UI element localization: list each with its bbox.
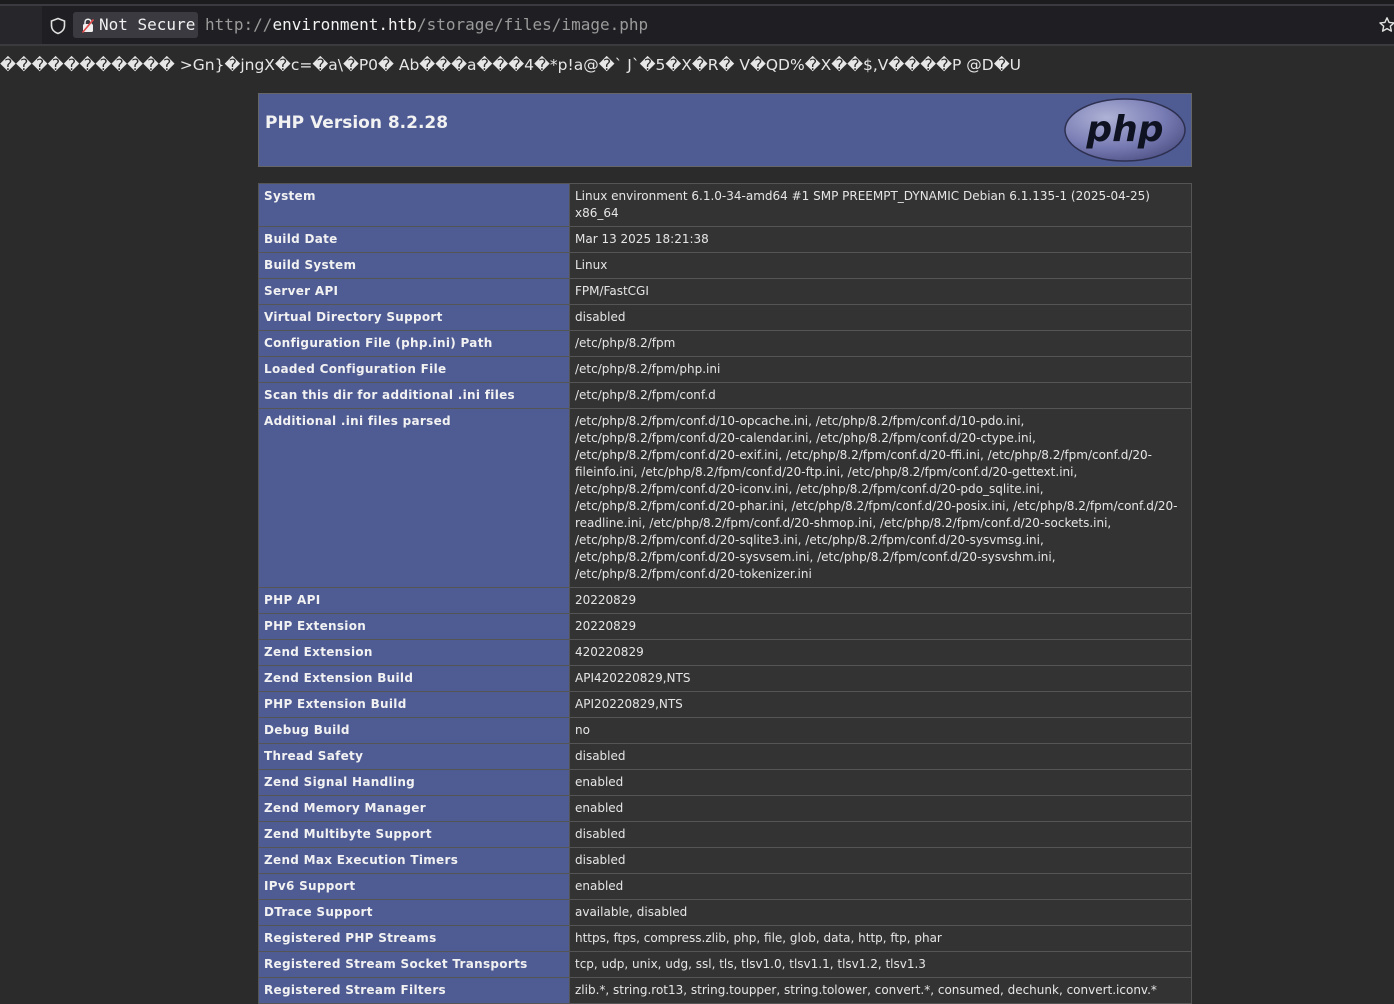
site-security-button[interactable]: Not Secure <box>73 12 198 38</box>
row-value: 420220829 <box>569 639 1192 666</box>
url-scheme: http:// <box>205 15 273 34</box>
table-row: Zend Extension 420220829 <box>258 639 1192 666</box>
row-key: Zend Signal Handling <box>258 769 570 796</box>
row-key: Configuration File (php.ini) Path <box>258 330 570 357</box>
row-key: Scan this dir for additional .ini files <box>258 382 570 409</box>
row-key: Server API <box>258 278 570 305</box>
row-key: DTrace Support <box>258 899 570 926</box>
row-value: https, ftps, compress.zlib, php, file, g… <box>569 925 1192 952</box>
row-value: enabled <box>569 769 1192 796</box>
table-row: Additional .ini files parsed/etc/php/8.2… <box>258 408 1192 588</box>
table-row: System Linux environment 6.1.0-34-amd64 #… <box>258 183 1192 227</box>
table-row: Zend Extension Build API420220829,NTS <box>258 665 1192 692</box>
row-key: Loaded Configuration File <box>258 356 570 383</box>
row-key: IPv6 Support <box>258 873 570 900</box>
row-key: Zend Multibyte Support <box>258 821 570 848</box>
row-value: Linux environment 6.1.0-34-amd64 #1 SMP … <box>569 183 1192 227</box>
row-key: Zend Extension <box>258 639 570 666</box>
table-row: Zend Signal Handling enabled <box>258 769 1192 796</box>
url-host: environment.htb <box>272 15 417 34</box>
row-value: 20220829 <box>569 587 1192 614</box>
table-row: IPv6 Support enabled <box>258 873 1192 900</box>
table-row: Virtual Directory Support disabled <box>258 304 1192 331</box>
table-row: Thread Safety disabled <box>258 743 1192 770</box>
row-value: available, disabled <box>569 899 1192 926</box>
row-value: disabled <box>569 821 1192 848</box>
url-path: /storage/files/image.php <box>416 15 649 34</box>
row-value: 20220829 <box>569 613 1192 640</box>
table-row: Build Date Mar 13 2025 18:21:38 <box>258 226 1192 253</box>
table-row: PHP API 20220829 <box>258 587 1192 614</box>
table-row: Scan this dir for additional .ini files /… <box>258 382 1192 409</box>
row-value: enabled <box>569 795 1192 822</box>
table-row: Configuration File (php.ini) Path/etc/ph… <box>258 330 1192 357</box>
row-value: no <box>569 717 1192 744</box>
table-row: PHP Extension 20220829 <box>258 613 1192 640</box>
toolbar-left-area <box>0 6 42 44</box>
php-logo-text: php <box>1085 109 1163 150</box>
row-key: Debug Build <box>258 717 570 744</box>
row-value: API20220829,NTS <box>569 691 1192 718</box>
row-value: /etc/php/8.2/fpm/conf.d <box>569 382 1192 409</box>
table-row: Zend Multibyte Support disabled <box>258 821 1192 848</box>
phpinfo-header: PHP Version 8.2.28 php <box>258 93 1192 167</box>
table-row: Zend Max Execution Timers disabled <box>258 847 1192 874</box>
url-text[interactable]: http://environment.htb/storage/files/ima… <box>205 15 648 34</box>
row-key: PHP Extension Build <box>258 691 570 718</box>
row-value: /etc/php/8.2/fpm <box>569 330 1192 357</box>
row-key: Registered Stream Socket Transports <box>258 951 570 978</box>
address-bar[interactable]: Not Secure http://environment.htb/storag… <box>0 6 1394 44</box>
row-key: PHP API <box>258 587 570 614</box>
row-key: Zend Memory Manager <box>258 795 570 822</box>
table-row: PHP Extension Build API20220829,NTS <box>258 691 1192 718</box>
php-logo: php <box>1064 98 1186 162</box>
binary-garbage-text: ����������� >Gn}�jngX�c=�a\�P0� Ab���a��… <box>0 56 1021 74</box>
row-key: Registered PHP Streams <box>258 925 570 952</box>
row-value: /etc/php/8.2/fpm/conf.d/10-opcache.ini, … <box>569 408 1192 588</box>
table-row: Build System Linux <box>258 252 1192 279</box>
row-value: tcp, udp, unix, udg, ssl, tls, tlsv1.0, … <box>569 951 1192 978</box>
row-key: Build System <box>258 252 570 279</box>
shield-icon[interactable] <box>49 17 67 35</box>
row-key: Zend Extension Build <box>258 665 570 692</box>
row-value: disabled <box>569 847 1192 874</box>
row-key: PHP Extension <box>258 613 570 640</box>
table-row: DTrace Support available, disabled <box>258 899 1192 926</box>
table-row: Registered Stream Socket Transports tcp, … <box>258 951 1192 978</box>
lock-icon <box>82 18 94 33</box>
table-row: Server API FPM/FastCGI <box>258 278 1192 305</box>
row-key: Thread Safety <box>258 743 570 770</box>
table-row: Debug Build no <box>258 717 1192 744</box>
address-bar-divider <box>0 44 1394 46</box>
row-value: enabled <box>569 873 1192 900</box>
table-row: Registered PHP Streams https, ftps, compr… <box>258 925 1192 952</box>
row-key: Registered Stream Filters <box>258 977 570 1004</box>
row-value: disabled <box>569 743 1192 770</box>
row-value: Mar 13 2025 18:21:38 <box>569 226 1192 253</box>
row-key: Build Date <box>258 226 570 253</box>
phpinfo-table: System Linux environment 6.1.0-34-amd64 #… <box>258 183 1192 1004</box>
row-key: Additional .ini files parsed <box>258 408 570 588</box>
row-value: disabled <box>569 304 1192 331</box>
table-row: Registered Stream Filters zlib.*, string.… <box>258 977 1192 1004</box>
row-key: Virtual Directory Support <box>258 304 570 331</box>
row-value: Linux <box>569 252 1192 279</box>
row-value: FPM/FastCGI <box>569 278 1192 305</box>
php-version-title: PHP Version 8.2.28 <box>265 113 449 133</box>
table-row: Loaded Configuration File/etc/php/8.2/fp… <box>258 356 1192 383</box>
row-key: Zend Max Execution Timers <box>258 847 570 874</box>
row-value: API420220829,NTS <box>569 665 1192 692</box>
row-value: zlib.*, string.rot13, string.toupper, st… <box>569 977 1192 1004</box>
table-row: Zend Memory Manager enabled <box>258 795 1192 822</box>
not-secure-label: Not Secure <box>99 15 196 34</box>
row-value: /etc/php/8.2/fpm/php.ini <box>569 356 1192 383</box>
row-key: System <box>258 183 570 227</box>
star-icon[interactable] <box>1378 16 1394 34</box>
